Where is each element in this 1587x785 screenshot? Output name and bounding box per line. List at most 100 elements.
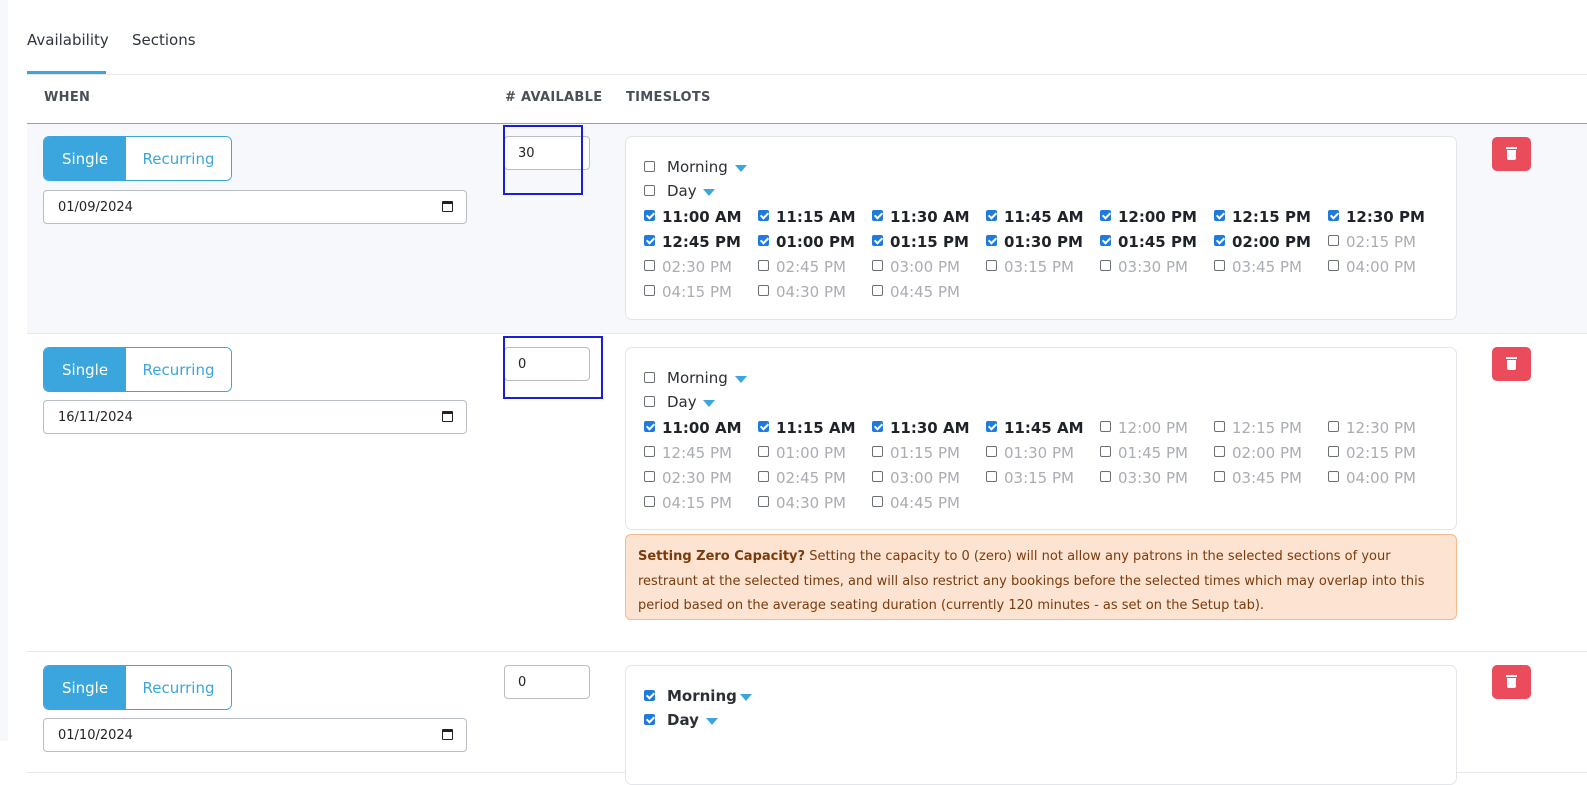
date-input[interactable]: 16/11/2024 xyxy=(43,400,467,434)
timeslot-label: 01:00 PM xyxy=(776,233,855,251)
recurring-button[interactable]: Recurring xyxy=(126,666,231,709)
timeslot-checkbox[interactable] xyxy=(872,285,883,296)
timeslot-checkbox[interactable] xyxy=(1328,210,1339,221)
timeslot-label: 11:45 AM xyxy=(1004,419,1084,437)
timeslot-checkbox[interactable] xyxy=(758,496,769,507)
calendar-icon[interactable] xyxy=(442,729,453,740)
recurring-button[interactable]: Recurring xyxy=(126,137,231,180)
timeslot-checkbox[interactable] xyxy=(758,446,769,457)
checkbox[interactable] xyxy=(644,690,655,701)
timeslot-checkbox[interactable] xyxy=(1214,421,1225,432)
single-button[interactable]: Single xyxy=(44,137,126,180)
timeslot-checkbox[interactable] xyxy=(1214,471,1225,482)
timeslot-label: 04:30 PM xyxy=(776,283,846,301)
available-input[interactable]: 0 xyxy=(504,347,590,381)
checkbox[interactable] xyxy=(644,396,655,407)
timeslot-label: 11:00 AM xyxy=(662,419,742,437)
caret-down-icon[interactable] xyxy=(735,376,747,383)
trash-icon xyxy=(1506,675,1517,688)
timeslot-label: 02:00 PM xyxy=(1232,233,1311,251)
timeslot-checkbox[interactable] xyxy=(1328,260,1339,271)
delete-button[interactable] xyxy=(1492,665,1531,699)
timeslot-checkbox[interactable] xyxy=(758,260,769,271)
timeslot-checkbox[interactable] xyxy=(872,235,883,246)
timeslot-label: 03:00 PM xyxy=(890,469,960,487)
group-label: Day xyxy=(667,182,697,200)
timeslot-checkbox[interactable] xyxy=(644,285,655,296)
timeslot-checkbox[interactable] xyxy=(1214,446,1225,457)
trash-icon xyxy=(1506,147,1517,160)
checkbox[interactable] xyxy=(644,714,655,725)
timeslot-checkbox[interactable] xyxy=(644,235,655,246)
timeslot-checkbox[interactable] xyxy=(758,210,769,221)
single-button[interactable]: Single xyxy=(44,348,126,391)
timeslot-checkbox[interactable] xyxy=(986,235,997,246)
calendar-icon[interactable] xyxy=(442,411,453,422)
timeslot-checkbox[interactable] xyxy=(644,421,655,432)
timeslot-label: 04:15 PM xyxy=(662,494,732,512)
delete-button[interactable] xyxy=(1492,347,1531,381)
date-input[interactable]: 01/09/2024 xyxy=(43,190,467,224)
timeslot-checkbox[interactable] xyxy=(1328,471,1339,482)
warning-title: Setting Zero Capacity? xyxy=(638,549,806,564)
timeslot-checkbox[interactable] xyxy=(644,446,655,457)
column-header-timeslots: TIMESLOTS xyxy=(626,90,711,105)
tab-sections[interactable]: Sections xyxy=(132,31,196,49)
timeslot-checkbox[interactable] xyxy=(986,446,997,457)
checkbox[interactable] xyxy=(644,372,655,383)
timeslot-checkbox[interactable] xyxy=(1328,446,1339,457)
timeslot-checkbox[interactable] xyxy=(872,421,883,432)
tab-availability[interactable]: Availability xyxy=(27,31,109,49)
caret-down-icon[interactable] xyxy=(740,694,752,701)
timeslot-label: 11:15 AM xyxy=(776,419,856,437)
timeslot-checkbox[interactable] xyxy=(1214,260,1225,271)
timeslot-checkbox[interactable] xyxy=(1328,235,1339,246)
timeslot-label: 01:00 PM xyxy=(776,444,846,462)
caret-down-icon[interactable] xyxy=(703,400,715,407)
timeslot-checkbox[interactable] xyxy=(644,471,655,482)
checkbox[interactable] xyxy=(644,185,655,196)
recurring-button[interactable]: Recurring xyxy=(126,348,231,391)
timeslot-checkbox[interactable] xyxy=(1100,421,1111,432)
timeslot-checkbox[interactable] xyxy=(986,471,997,482)
timeslot-checkbox[interactable] xyxy=(872,471,883,482)
timeslot-label: 02:45 PM xyxy=(776,258,846,276)
available-input[interactable]: 0 xyxy=(504,665,590,699)
timeslot-label: 12:45 PM xyxy=(662,233,741,251)
timeslot-checkbox[interactable] xyxy=(758,235,769,246)
timeslot-checkbox[interactable] xyxy=(872,496,883,507)
delete-button[interactable] xyxy=(1492,137,1531,171)
group-label: Morning xyxy=(667,369,728,387)
calendar-icon[interactable] xyxy=(442,201,453,212)
timeslot-checkbox[interactable] xyxy=(644,496,655,507)
timeslot-checkbox[interactable] xyxy=(986,210,997,221)
timeslot-checkbox[interactable] xyxy=(872,446,883,457)
timeslot-label: 04:45 PM xyxy=(890,494,960,512)
timeslot-checkbox[interactable] xyxy=(644,260,655,271)
timeslot-checkbox[interactable] xyxy=(872,210,883,221)
timeslot-checkbox[interactable] xyxy=(986,260,997,271)
timeslot-checkbox[interactable] xyxy=(1214,235,1225,246)
timeslot-checkbox[interactable] xyxy=(1100,235,1111,246)
checkbox[interactable] xyxy=(644,161,655,172)
date-input[interactable]: 01/10/2024 xyxy=(43,718,467,752)
single-button[interactable]: Single xyxy=(44,666,126,709)
timeslot-checkbox[interactable] xyxy=(758,421,769,432)
timeslot-checkbox[interactable] xyxy=(758,471,769,482)
timeslot-checkbox[interactable] xyxy=(1214,210,1225,221)
timeslot-checkbox[interactable] xyxy=(644,210,655,221)
caret-down-icon[interactable] xyxy=(735,165,747,172)
trash-icon xyxy=(1506,357,1517,370)
timeslot-checkbox[interactable] xyxy=(1100,471,1111,482)
caret-down-icon[interactable] xyxy=(706,718,718,725)
timeslot-checkbox[interactable] xyxy=(1100,210,1111,221)
timeslot-checkbox[interactable] xyxy=(1100,260,1111,271)
timeslot-checkbox[interactable] xyxy=(1328,421,1339,432)
timeslot-checkbox[interactable] xyxy=(986,421,997,432)
mode-toggle: Single Recurring xyxy=(43,347,232,392)
timeslot-checkbox[interactable] xyxy=(1100,446,1111,457)
caret-down-icon[interactable] xyxy=(703,189,715,196)
available-input[interactable]: 30 xyxy=(504,136,590,170)
timeslot-checkbox[interactable] xyxy=(758,285,769,296)
timeslot-checkbox[interactable] xyxy=(872,260,883,271)
